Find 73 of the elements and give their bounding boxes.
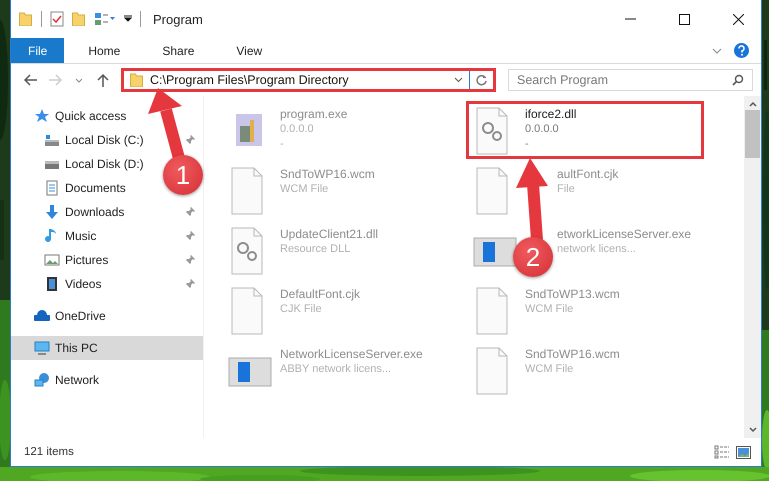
monitor-icon: [34, 340, 50, 356]
sidebar-item[interactable]: Local Disk (C:): [11, 128, 203, 152]
file-name: SndToWP16.wcm: [280, 166, 375, 182]
dropdown-icon[interactable]: [454, 77, 463, 83]
sidebar-item[interactable]: Documents: [11, 176, 134, 200]
file-detail: 0.0.0.0: [280, 122, 314, 137]
download-icon: [44, 204, 60, 220]
window-title: Program: [153, 12, 203, 26]
item-count: 121 items: [24, 446, 75, 458]
scroll-up-icon[interactable]: [748, 100, 756, 108]
sidebar-item[interactable]: Network: [11, 368, 108, 392]
sidebar-item[interactable]: Music: [11, 224, 203, 248]
file-name: SndToWP16.wcm: [525, 346, 620, 362]
drive-icon: [44, 132, 60, 148]
properties-icon[interactable]: [50, 11, 64, 27]
highlighted-file-item[interactable]: iforce2.dll 0.0.0.0 -: [466, 101, 704, 159]
refresh-icon[interactable]: [476, 74, 488, 86]
file-detail: 0.0.0.0: [525, 122, 559, 137]
file-detail: network licens...: [557, 242, 636, 257]
expand-ribbon-icon[interactable]: [712, 48, 722, 54]
customize-dropdown-icon[interactable]: [124, 15, 132, 23]
folder-icon: [19, 12, 33, 26]
view-options-icon[interactable]: [94, 12, 116, 26]
search-icon: [732, 74, 744, 86]
minimize-icon[interactable]: [624, 18, 636, 20]
sidebar-item[interactable]: Pictures: [11, 248, 203, 272]
document-icon: [44, 180, 60, 196]
details-view-icon[interactable]: [714, 445, 730, 459]
ribbon-tab[interactable]: Home: [72, 38, 136, 63]
network-icon: [34, 372, 50, 388]
file-menu-tab[interactable]: File: [11, 38, 64, 63]
file-name: etworkLicenseServer.exe: [557, 226, 692, 242]
search-field[interactable]: Search Program: [508, 69, 753, 91]
large-icons-view-icon[interactable]: [736, 446, 751, 458]
file-name: DefaultFont.cjk: [280, 286, 360, 302]
file-detail: File: [557, 182, 575, 197]
file-name: program.exe: [280, 106, 348, 122]
up-arrow-icon[interactable]: [97, 73, 109, 87]
file-detail: -: [525, 137, 529, 152]
image-icon: [44, 252, 60, 268]
file-detail: WCM File: [525, 362, 574, 377]
file-name: UpdateClient21.dll: [280, 226, 378, 242]
file-name: aultFont.cjk: [557, 166, 618, 182]
file-detail: CJK File: [280, 302, 322, 317]
folder-icon: [130, 73, 144, 87]
sidebar-item[interactable]: This PC: [11, 336, 203, 360]
chevron-down-icon[interactable]: [75, 78, 83, 82]
sidebar-item[interactable]: Local Disk (D:): [11, 152, 152, 176]
file-detail: ABBY network licens...: [280, 362, 392, 377]
back-arrow-icon[interactable]: [24, 74, 38, 86]
cloud-icon: [34, 308, 50, 324]
file-detail: -: [280, 137, 284, 152]
maximize-icon[interactable]: [678, 14, 690, 24]
scroll-down-icon[interactable]: [748, 426, 756, 434]
sidebar-item[interactable]: Quick access: [11, 104, 134, 128]
address-bar[interactable]: C:\Program Files\Program Directory: [121, 68, 496, 92]
help-icon[interactable]: [734, 43, 749, 58]
file-detail: WCM File: [525, 302, 574, 317]
sidebar-item[interactable]: OneDrive: [11, 304, 114, 328]
file-name: SndToWP13.wcm: [525, 286, 620, 302]
file-name: NetworkLicenseServer.exe: [280, 346, 423, 362]
star-icon: [34, 108, 50, 124]
ribbon-tab[interactable]: View: [220, 38, 278, 63]
sidebar-item[interactable]: Downloads: [11, 200, 203, 224]
file-name: iforce2.dll: [525, 106, 576, 122]
film-icon: [44, 276, 60, 292]
close-icon[interactable]: [732, 14, 744, 24]
file-detail: WCM File: [280, 182, 328, 197]
scrollbar[interactable]: [744, 96, 761, 438]
sidebar-item[interactable]: Videos: [11, 272, 203, 296]
ribbon-tab[interactable]: Share: [146, 38, 210, 63]
file-detail: Resource DLL: [280, 242, 350, 257]
scrollbar-thumb[interactable]: [745, 110, 760, 158]
